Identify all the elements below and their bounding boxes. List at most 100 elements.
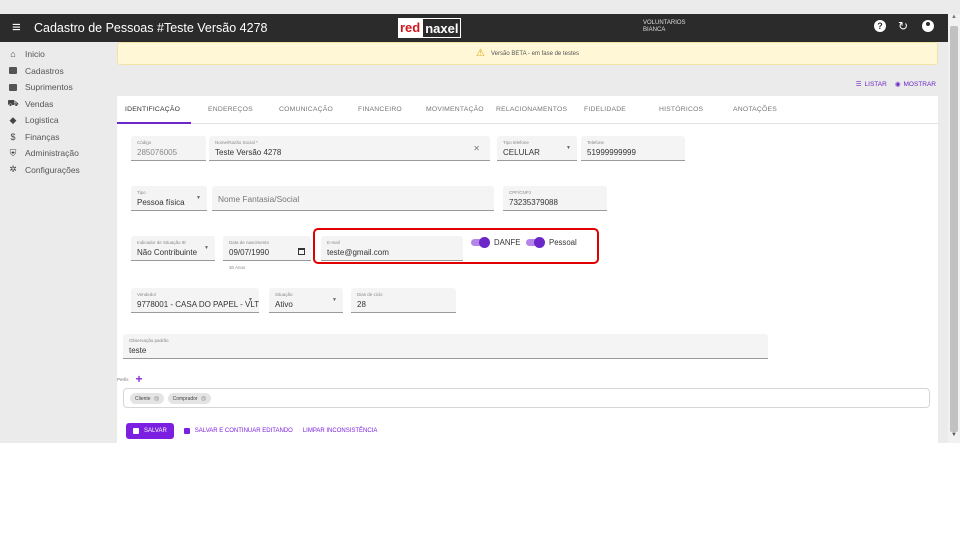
tab-enderecos[interactable]: ENDEREÇOS — [208, 106, 253, 113]
tipo-label: Tipo — [137, 190, 146, 195]
org-name: VOLUNTARIOS — [643, 20, 686, 26]
chip-label: Cliente — [135, 395, 151, 402]
sidebar-item-financas[interactable]: $ Finanças — [0, 129, 110, 146]
add-perfil-icon[interactable]: + — [136, 372, 143, 386]
tab-fidelidade[interactable]: FIDELIDADE — [584, 106, 626, 113]
telefone-field[interactable]: Telefone 51999999999 — [581, 136, 685, 161]
situacao-select[interactable]: Situação Ativo ▼ — [269, 288, 343, 313]
indicador-ie-value: Não Contribuinte — [137, 248, 198, 257]
nascimento-label: Data de nascimento — [229, 240, 270, 245]
tipo-telefone-select[interactable]: Tipo telefone CELULAR ▼ — [497, 136, 577, 161]
calendar-icon[interactable] — [298, 248, 305, 255]
tipo-select[interactable]: Tipo Pessoa física ▼ — [131, 186, 207, 211]
tipo-telefone-label: Tipo telefone — [503, 140, 529, 145]
list-icon: ☰ — [855, 81, 862, 88]
view-actions: ☰ LISTAR ◉ MOSTRAR — [855, 80, 937, 89]
app-window: ≡ Cadastro de Pessoas #Teste Versão 4278… — [0, 0, 960, 443]
mostrar-label: MOSTRAR — [903, 80, 937, 88]
nome-value: Teste Versão 4278 — [215, 148, 282, 157]
listar-button[interactable]: ☰ LISTAR — [855, 80, 887, 89]
sidebar-item-label: Administração — [25, 148, 79, 159]
sidebar-item-vendas[interactable]: ⛟ Vendas — [0, 96, 110, 113]
observacao-field[interactable]: Observação padrão teste — [123, 334, 768, 359]
tab-historicos[interactable]: HISTÓRICOS — [659, 106, 703, 113]
limpar-button[interactable]: LIMPAR INCONSISTÊNCIA — [303, 428, 378, 434]
remove-chip-icon[interactable]: × — [200, 396, 206, 401]
sidebar-item-configuracoes[interactable]: ✲ Configurações — [0, 162, 110, 179]
tab-relacionamentos[interactable]: RELACIONAMENTOS — [496, 106, 567, 113]
cpf-field[interactable]: CPF/CNPJ 73235379088 — [503, 186, 607, 211]
tipo-telefone-value: CELULAR — [503, 148, 540, 157]
chip-comprador: Comprador × — [167, 393, 211, 404]
page-title: Cadastro de Pessoas #Teste Versão 4278 — [34, 21, 268, 35]
active-tab-indicator — [117, 122, 191, 124]
clear-icon[interactable]: ✕ — [473, 144, 480, 153]
shield-icon: ⛨ — [9, 147, 17, 158]
tab-anotacoes[interactable]: ANOTAÇÕES — [733, 106, 777, 113]
banner-text: Versão BETA - em fase de testes — [491, 50, 579, 57]
situacao-value: Ativo — [275, 300, 293, 309]
scrollbar[interactable]: ▲ ▼ — [948, 14, 960, 443]
sidebar-item-administracao[interactable]: ⛨ Administração — [0, 145, 110, 162]
help-icon[interactable]: ? — [874, 20, 886, 32]
tab-comunicacao[interactable]: COMUNICAÇÃO — [279, 106, 333, 113]
codigo-value: 285076005 — [137, 148, 178, 157]
brand-logo: red naxel — [398, 18, 462, 38]
vendedor-label: Vendedor — [137, 292, 157, 297]
dias-ciclo-field[interactable]: Dias de ciclo 28 — [351, 288, 456, 313]
gear-icon: ✲ — [9, 164, 17, 175]
save-button[interactable]: SALVAR — [126, 423, 174, 439]
highlight-box — [313, 228, 599, 264]
cpf-label: CPF/CNPJ — [509, 190, 532, 195]
sidebar-item-inicio[interactable]: ⌂ Inicio — [0, 46, 110, 63]
nome-field[interactable]: Nome/Razão Social * Teste Versão 4278 ✕ — [209, 136, 490, 161]
tab-movimentacao[interactable]: MOVIMENTAÇÃO — [426, 106, 484, 113]
nome-fantasia-placeholder: Nome Fantasia/Social — [218, 194, 300, 204]
nome-label: Nome/Razão Social * — [215, 140, 258, 145]
dias-ciclo-value: 28 — [357, 300, 366, 309]
diamond-icon: ◆ — [9, 114, 17, 125]
tab-financeiro[interactable]: FINANCEIRO — [358, 106, 402, 113]
nome-fantasia-field[interactable]: Nome Fantasia/Social — [212, 186, 494, 211]
indicador-ie-select[interactable]: Indicador de Situação IE Não Contribuint… — [131, 236, 215, 261]
nascimento-field[interactable]: Data de nascimento 09/07/1990 — [223, 236, 311, 261]
save-continue-button[interactable]: SALVAR E CONTINUAR EDITANDO — [183, 428, 293, 434]
perfis-chip-box[interactable]: Cliente × Comprador × — [123, 388, 930, 408]
scroll-down-icon[interactable]: ▼ — [951, 432, 957, 438]
telefone-label: Telefone — [587, 140, 605, 145]
chevron-down-icon: ▼ — [204, 245, 209, 251]
cpf-value: 73235379088 — [509, 198, 558, 207]
scroll-up-icon[interactable]: ▲ — [951, 14, 957, 20]
save-icon — [133, 428, 139, 434]
chevron-down-icon: ▼ — [196, 195, 201, 201]
menu-icon[interactable]: ≡ — [12, 20, 21, 35]
logo-naxel: naxel — [422, 18, 462, 38]
sidebar-item-logistica[interactable]: ◆ Logistica — [0, 112, 110, 129]
sidebar-item-suprimentos[interactable]: Suprimentos — [0, 79, 110, 96]
codigo-field: Código 285076005 — [131, 136, 206, 161]
perfis-label: Perfis — [117, 376, 129, 382]
eye-icon: ◉ — [894, 81, 901, 88]
user-name: BIANCA — [643, 27, 666, 33]
folder-icon — [8, 66, 18, 76]
sidebar-item-label: Cadastros — [25, 65, 64, 76]
form-actions: SALVAR SALVAR E CONTINUAR EDITANDO LIMPA… — [126, 423, 377, 439]
vendedor-select[interactable]: Vendedor 9778001 - CASA DO PAPEL - VLT ▼ — [131, 288, 259, 313]
sidebar-item-label: Logistica — [25, 115, 59, 126]
tab-bar: IDENTIFICAÇÃO ENDEREÇOS COMUNICAÇÃO FINA… — [117, 96, 938, 124]
sidebar-item-cadastros[interactable]: Cadastros — [0, 63, 110, 80]
org-info: VOLUNTARIOS BIANCA — [643, 20, 686, 34]
save-continue-label: SALVAR E CONTINUAR EDITANDO — [194, 428, 293, 434]
chevron-down-icon: ▼ — [332, 297, 337, 303]
scrollbar-thumb[interactable] — [950, 26, 958, 432]
refresh-icon[interactable]: ↻ — [898, 20, 910, 32]
cart-icon: ⛟ — [7, 97, 19, 108]
tab-identificacao[interactable]: IDENTIFICAÇÃO — [125, 106, 180, 113]
sidebar-item-label: Vendas — [25, 98, 54, 109]
observacao-value: teste — [129, 346, 147, 355]
remove-chip-icon[interactable]: × — [153, 396, 159, 401]
mostrar-button[interactable]: ◉ MOSTRAR — [894, 80, 937, 89]
user-icon[interactable] — [922, 20, 934, 32]
logo-red: red — [398, 18, 423, 38]
nascimento-value: 09/07/1990 — [229, 248, 270, 257]
